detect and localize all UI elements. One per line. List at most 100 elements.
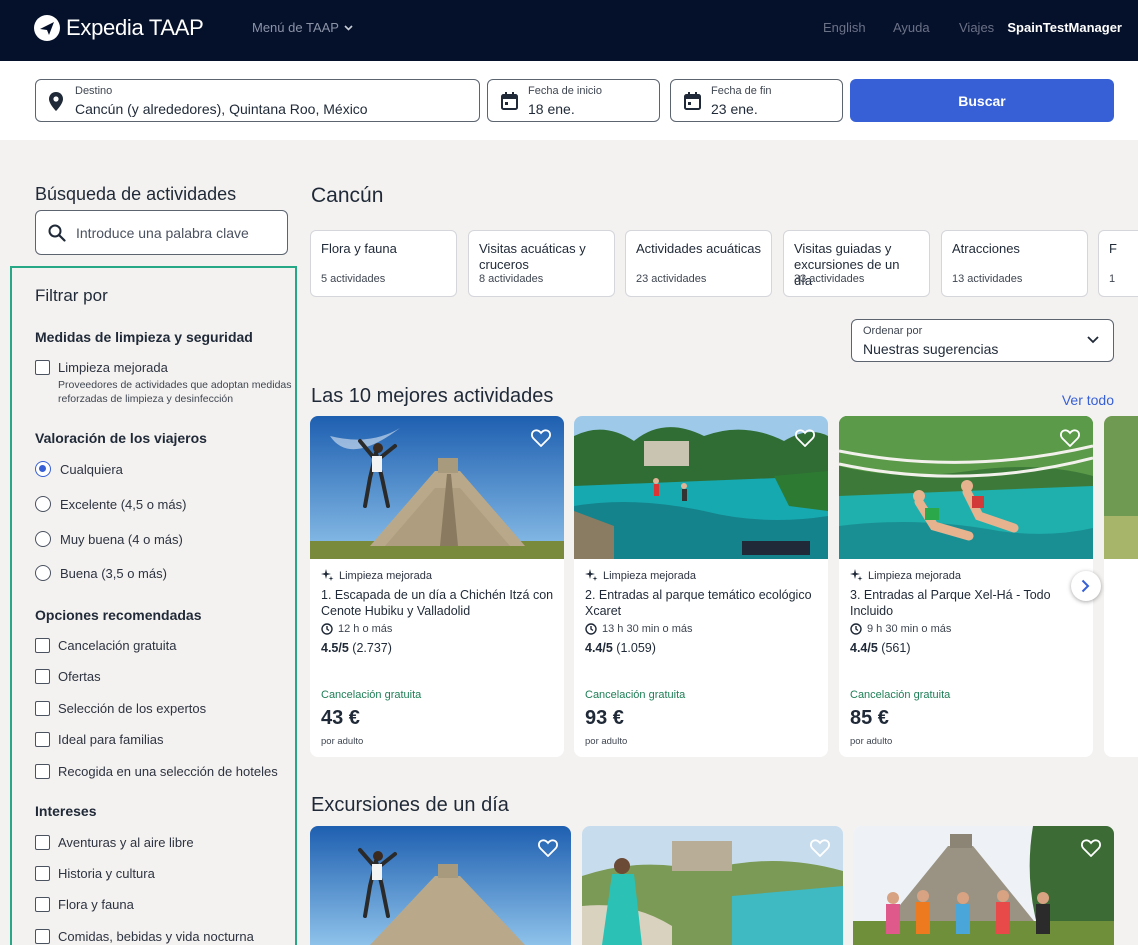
day-trip-photo [310,826,571,945]
favorite-heart-icon[interactable] [531,429,551,447]
checkbox[interactable] [35,638,50,653]
chevron-right-icon [1081,579,1090,593]
chevron-down-icon [1087,336,1099,344]
favorite-heart-icon[interactable] [810,839,830,857]
trips-link[interactable]: Viajes [959,20,994,35]
taap-menu-button[interactable]: Menú de TAAP [252,20,353,35]
radio-label: Muy buena (4 o más) [60,531,183,547]
activity-card[interactable]: Limpieza mejorada 2. Entradas al parque … [574,416,828,757]
free-cancellation-label: Cancelación gratuita [585,689,686,701]
day-trip-card[interactable] [853,826,1114,945]
language-link[interactable]: English [823,20,866,35]
radio-button[interactable] [35,461,51,477]
destination-value: Cancún (y alrededores), Quintana Roo, Mé… [75,101,368,117]
radio-label: Excelente (4,5 o más) [60,496,187,512]
activity-rating: 4.4/5 (1.059) [585,641,656,655]
duration-text: 13 h 30 min o más [602,623,693,635]
keyword-search-box[interactable] [35,210,288,255]
category-name: Actividades acuáticas [636,241,762,256]
category-card[interactable]: Atracciones 13 actividades [941,230,1088,297]
checkbox[interactable] [35,669,50,684]
day-trip-card[interactable] [310,826,571,945]
radio-rating-very-good[interactable]: Muy buena (4 o más) [35,531,183,547]
radio-button[interactable] [35,531,51,547]
price-unit: por adulto [585,736,628,747]
category-card[interactable]: Visitas guiadas y excursiones de un día … [783,230,930,297]
checkbox-history-culture[interactable]: Historia y cultura [35,866,155,881]
price-unit: por adulto [321,736,364,747]
brand-logo[interactable]: Expedia TAAP [34,15,204,41]
category-card[interactable]: Flora y fauna 5 actividades [310,230,457,297]
checkbox[interactable] [35,835,50,850]
category-count: 13 actividades [952,273,1023,285]
checkbox-hotel-pickup[interactable]: Recogida en una selección de hoteles [35,764,278,779]
help-link[interactable]: Ayuda [893,20,930,35]
search-button[interactable]: Buscar [850,79,1114,122]
review-count: (2.737) [352,641,392,655]
badge-label: Limpieza mejorada [868,569,961,582]
destination-field[interactable]: Destino Cancún (y alrededores), Quintana… [35,79,480,122]
free-cancellation-label: Cancelación gratuita [321,689,422,701]
start-date-value: 18 ene. [528,101,575,117]
checkbox[interactable] [35,764,50,779]
checkbox[interactable] [35,732,50,747]
cleaning-section-title: Medidas de limpieza y seguridad [35,329,253,345]
category-count: 8 actividades [479,273,544,285]
radio-label: Buena (3,5 o más) [60,565,167,581]
favorite-heart-icon[interactable] [538,839,558,857]
checkbox[interactable] [35,929,50,944]
checkbox-free-cancellation[interactable]: Cancelación gratuita [35,638,177,653]
checkbox[interactable] [35,701,50,716]
checkbox-family-friendly[interactable]: Ideal para familias [35,732,164,747]
checkbox-adventure[interactable]: Aventuras y al aire libre [35,835,194,850]
favorite-heart-icon[interactable] [1060,429,1080,447]
activity-card[interactable]: Limpieza mejorada 1. Escapada de un día … [310,416,564,757]
checkbox-enhanced-cleaning[interactable]: Limpieza mejorada [35,360,168,375]
review-count: (561) [881,641,911,655]
checkbox-label: Historia y cultura [58,866,155,881]
radio-button[interactable] [35,565,51,581]
day-trips-title: Excursiones de un día [311,794,509,816]
duration-text: 12 h o más [338,623,393,635]
checkbox[interactable] [35,866,50,881]
account-menu[interactable]: SpainTestManager [1007,20,1122,35]
activity-card[interactable]: Limpieza mejorada 3. Entradas al Parque … [839,416,1093,757]
favorite-heart-icon[interactable] [795,429,815,447]
radio-rating-good[interactable]: Buena (3,5 o más) [35,565,167,581]
checkbox-label: Ideal para familias [58,732,164,747]
checkbox-label: Selección de los expertos [58,701,207,716]
search-bar: Destino Cancún (y alrededores), Quintana… [0,61,1138,140]
favorite-heart-icon[interactable] [1081,839,1101,857]
clock-icon [321,623,333,635]
checkbox-flora-fauna[interactable]: Flora y fauna [35,897,134,912]
checkbox-label: Comidas, bebidas y vida nocturna [58,929,254,944]
cleaning-description: Proveedores de actividades que adoptan m… [58,379,292,405]
end-date-field[interactable]: Fecha de fin 23 ene. [670,79,843,122]
activity-card-partial[interactable] [1104,416,1138,757]
see-all-link[interactable]: Ver todo [1062,392,1114,408]
radio-rating-any[interactable]: Cualquiera [35,461,123,477]
start-date-field[interactable]: Fecha de inicio 18 ene. [487,79,660,122]
checkbox-food-nightlife[interactable]: Comidas, bebidas y vida nocturna [35,929,254,944]
category-card[interactable]: F 1 [1098,230,1138,297]
start-date-label: Fecha de inicio [528,85,602,97]
checkbox[interactable] [35,897,50,912]
sort-dropdown[interactable]: Ordenar por Nuestras sugerencias [851,319,1114,362]
category-card[interactable]: Visitas acuáticas y cruceros 8 actividad… [468,230,615,297]
activity-title: 3. Entradas al Parque Xel-Há - Todo Incl… [850,588,1051,618]
category-card[interactable]: Actividades acuáticas 23 actividades [625,230,772,297]
keyword-input[interactable] [76,223,281,243]
interests-section-title: Intereses [35,803,97,819]
cleaning-badge: Limpieza mejorada [850,569,961,582]
sort-label: Ordenar por [863,325,923,337]
radio-rating-excellent[interactable]: Excelente (4,5 o más) [35,496,186,512]
activity-title: 2. Entradas al parque temático ecológico… [585,588,812,618]
radio-button[interactable] [35,496,51,512]
checkbox[interactable] [35,360,50,375]
checkbox-experts-pick[interactable]: Selección de los expertos [35,701,206,716]
top-navigation-bar: Expedia TAAP Menú de TAAP English Ayuda … [0,0,1138,61]
day-trip-card[interactable] [582,826,843,945]
activity-photo [839,416,1093,559]
carousel-next-button[interactable] [1071,571,1101,601]
checkbox-offers[interactable]: Ofertas [35,669,101,684]
